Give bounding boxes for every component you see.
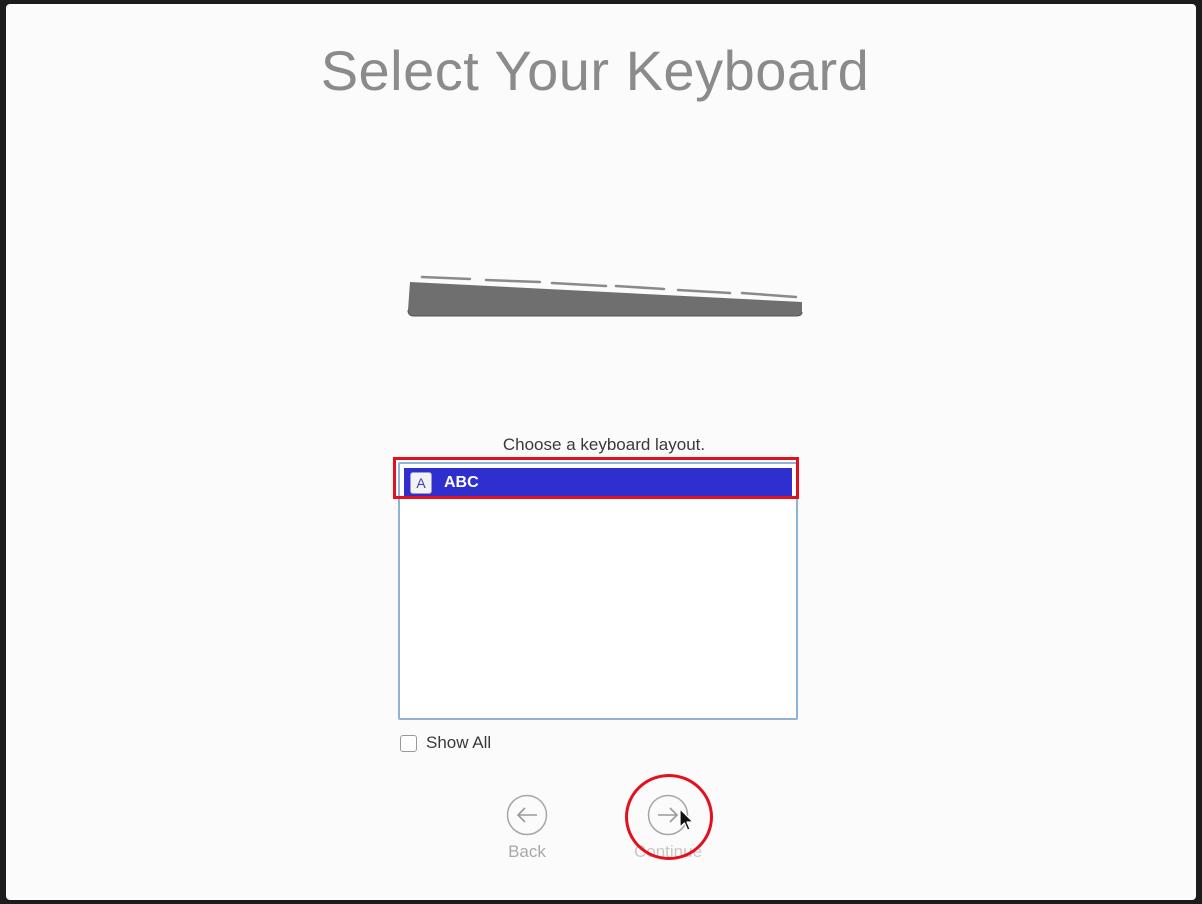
keyboard-layout-list[interactable]: A ABC bbox=[398, 462, 798, 720]
continue-label: Continue bbox=[633, 842, 703, 861]
keyboard-icon bbox=[400, 268, 810, 333]
show-all-checkbox[interactable] bbox=[400, 734, 417, 752]
show-all-toggle[interactable]: Show All bbox=[400, 733, 491, 753]
layout-prompt: Choose a keyboard layout. bbox=[502, 435, 706, 454]
page-title: Select Your Keyboard bbox=[320, 39, 870, 102]
back-label: Back bbox=[508, 842, 546, 861]
list-item-abc[interactable]: A ABC bbox=[404, 468, 792, 498]
arrow-left-icon bbox=[506, 794, 548, 836]
input-source-icon: A bbox=[410, 472, 432, 494]
list-item-label: ABC bbox=[444, 474, 479, 491]
show-all-label: Show All bbox=[426, 733, 492, 752]
mouse-cursor-icon bbox=[679, 808, 695, 837]
back-button[interactable]: Back bbox=[497, 794, 557, 862]
